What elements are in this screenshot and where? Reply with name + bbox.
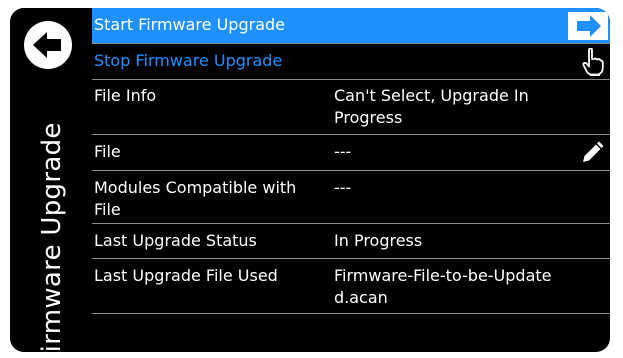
right-arrow-icon [577,15,601,37]
modules-compatible-row: Modules Compatible with File --- [92,171,610,224]
file-value: --- [334,142,352,161]
file-info-row: File Info Can't Select, Upgrade In Progr… [92,80,610,135]
modules-compatible-label: Modules Compatible with File [94,178,297,219]
last-upgrade-status-value: In Progress [334,231,423,250]
last-upgrade-status-row: Last Upgrade Status In Progress [92,224,610,259]
pointing-hand-icon [582,48,604,76]
last-upgrade-file-row: Last Upgrade File Used Firmware-File-to-… [92,259,610,314]
start-firmware-upgrade-action[interactable]: Start Firmware Upgrade [92,8,610,44]
stop-firmware-upgrade-label: Stop Firmware Upgrade [94,51,283,70]
file-info-label: File Info [94,86,157,105]
settings-list: Start Firmware Upgrade Stop Firmware Upg… [92,8,610,314]
sidebar: Firmware Upgrade [10,8,92,352]
back-button[interactable] [24,21,72,69]
file-row[interactable]: File --- [92,135,610,171]
back-arrow-icon [33,32,61,58]
last-upgrade-status-label: Last Upgrade Status [94,231,257,250]
file-info-value: Can't Select, Upgrade In Progress [334,86,529,127]
last-upgrade-file-label: Last Upgrade File Used [94,266,278,285]
device-screen: Firmware Upgrade Start Firmware Upgrade … [10,8,610,352]
start-firmware-upgrade-label: Start Firmware Upgrade [94,15,285,34]
start-upgrade-arrow-button[interactable] [568,12,608,40]
modules-compatible-value: --- [334,178,352,197]
pencil-icon[interactable] [580,141,604,165]
stop-firmware-upgrade-action[interactable]: Stop Firmware Upgrade [92,44,610,80]
file-label: File [94,142,121,161]
last-upgrade-file-value: Firmware-File-to-be-Updated.acan [334,266,552,307]
page-title: Firmware Upgrade [37,122,67,352]
